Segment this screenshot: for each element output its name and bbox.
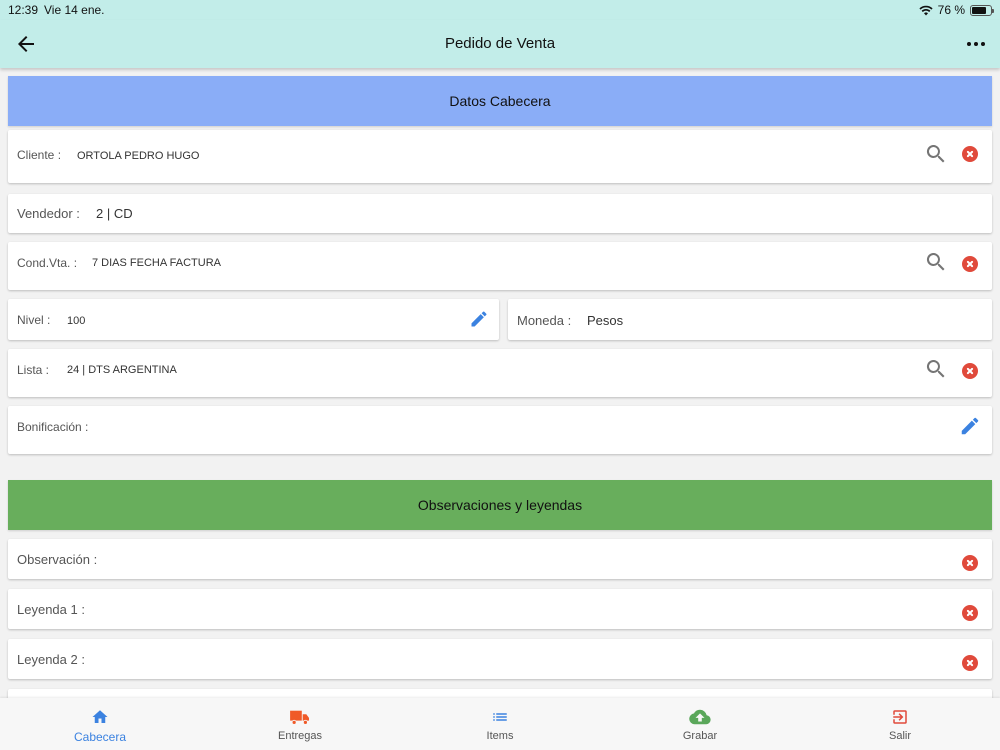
leyenda1-clear-button[interactable]: [958, 601, 982, 625]
moneda-value: Pesos: [587, 313, 624, 328]
cond-vta-field[interactable]: Cond.Vta. : 7 DIAS FECHA FACTURA: [8, 242, 992, 290]
battery-percent: 76 %: [937, 3, 965, 17]
clear-icon: [962, 256, 978, 272]
bonificacion-label: Bonificación :: [17, 420, 89, 434]
lista-search-button[interactable]: [924, 357, 948, 381]
section-header-observaciones: Observaciones y leyendas: [8, 480, 992, 530]
battery-icon: [970, 4, 994, 16]
bonificacion-edit-button[interactable]: [958, 414, 982, 438]
leyenda1-label: Leyenda 1 :: [17, 602, 85, 617]
lista-label: Lista :: [17, 363, 50, 377]
cond-vta-value: 7 DIAS FECHA FACTURA: [92, 257, 221, 269]
nav-cabecera[interactable]: Cabecera: [0, 698, 200, 750]
observacion-label: Observación :: [17, 552, 98, 567]
nav-items[interactable]: Items: [400, 698, 600, 750]
leyenda2-field[interactable]: Leyenda 2 :: [8, 639, 992, 679]
lista-value: 24 | DTS ARGENTINA: [67, 364, 177, 376]
leyenda2-clear-button[interactable]: [958, 651, 982, 675]
lista-field[interactable]: Lista : 24 | DTS ARGENTINA: [8, 349, 992, 397]
moneda-label: Moneda :: [517, 313, 572, 328]
truck-icon: [290, 710, 309, 725]
observacion-field[interactable]: Observación :: [8, 539, 992, 579]
arrow-left-icon: [18, 36, 34, 52]
lista-clear-button[interactable]: [958, 359, 982, 383]
home-icon: [92, 710, 108, 723]
nivel-label: Nivel :: [17, 313, 51, 327]
section-header-datos-cabecera: Datos Cabecera: [8, 76, 992, 126]
next-field-partial[interactable]: [8, 689, 992, 698]
nav-items-label: Items: [486, 730, 514, 742]
nivel-field[interactable]: Nivel : 100: [8, 299, 499, 340]
clear-icon: [962, 655, 978, 671]
cloud-upload-icon: [689, 709, 711, 725]
search-icon: [926, 253, 945, 271]
cliente-value: ORTOLA PEDRO HUGO: [77, 150, 200, 162]
nav-grabar[interactable]: Grabar: [600, 698, 800, 750]
nav-salir[interactable]: Salir: [800, 698, 1000, 750]
cond-vta-label: Cond.Vta. :: [17, 256, 78, 270]
nav-entregas-label: Entregas: [277, 730, 323, 742]
bonificacion-field[interactable]: Bonificación :: [8, 406, 992, 454]
moneda-field[interactable]: Moneda : Pesos: [508, 299, 992, 340]
nav-grabar-label: Grabar: [682, 730, 718, 742]
cliente-label: Cliente :: [17, 148, 62, 162]
search-icon: [926, 145, 945, 163]
page-title: Pedido de Venta: [444, 35, 556, 52]
clear-icon: [962, 555, 978, 571]
search-icon: [926, 360, 945, 378]
more-horizontal-icon: [967, 42, 985, 46]
cliente-search-button[interactable]: [924, 142, 948, 166]
vendedor-label: Vendedor :: [17, 206, 80, 221]
nav-entregas[interactable]: Entregas: [200, 698, 400, 750]
cliente-clear-button[interactable]: [958, 142, 982, 166]
form-content[interactable]: Datos Cabecera Cliente : ORTOLA PEDRO HU…: [0, 68, 1000, 698]
nivel-value: 100: [67, 315, 86, 327]
list-icon: [493, 713, 507, 721]
cliente-field[interactable]: Cliente : ORTOLA PEDRO HUGO: [8, 130, 992, 183]
cond-vta-clear-button[interactable]: [958, 252, 982, 276]
pencil-icon: [471, 311, 487, 327]
leyenda2-label: Leyenda 2 :: [17, 652, 85, 667]
wifi-icon: [919, 5, 933, 15]
more-options-button[interactable]: [964, 32, 988, 56]
app-bar: Pedido de Venta: [0, 20, 1000, 68]
status-right: 76 %: [919, 3, 994, 17]
nav-salir-label: Salir: [888, 730, 911, 742]
exit-icon: [893, 710, 907, 724]
status-time: 12:39: [8, 3, 39, 17]
vendedor-field[interactable]: Vendedor : 2 | CD: [8, 194, 992, 233]
nav-cabecera-label: Cabecera: [73, 730, 127, 744]
back-button[interactable]: [14, 32, 38, 56]
nivel-edit-button[interactable]: [467, 307, 491, 331]
leyenda1-field[interactable]: Leyenda 1 :: [8, 589, 992, 629]
bottom-navigation: Cabecera Entregas Items Grabar Salir: [0, 698, 1000, 750]
clear-icon: [962, 363, 978, 379]
clear-icon: [962, 605, 978, 621]
vendedor-value: 2 | CD: [96, 206, 133, 221]
status-date: Vie 14 ene.: [44, 3, 105, 17]
pencil-icon: [961, 417, 979, 435]
observacion-clear-button[interactable]: [958, 551, 982, 575]
clear-icon: [962, 146, 978, 162]
cond-vta-search-button[interactable]: [924, 250, 948, 274]
status-bar: 12:39 Vie 14 ene. 76 %: [0, 0, 1000, 20]
